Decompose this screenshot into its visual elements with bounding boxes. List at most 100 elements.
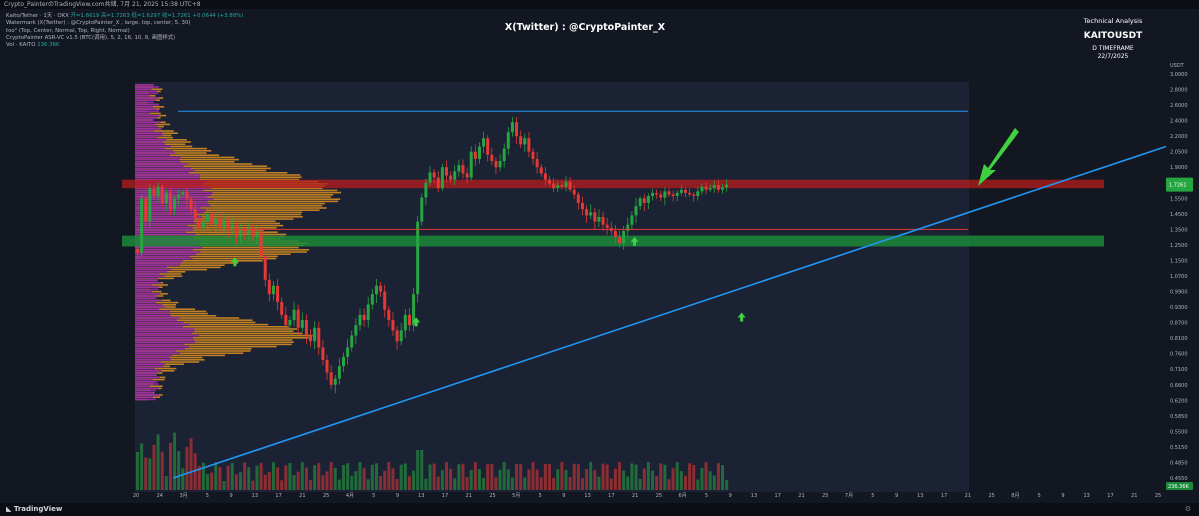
vp-bar-total [135, 381, 154, 383]
candle-body [659, 194, 663, 198]
support-zone [122, 235, 1104, 247]
candle-body [679, 189, 683, 193]
vp-bar-sell [135, 145, 171, 148]
zones [122, 179, 1104, 247]
candle-body [527, 138, 531, 152]
candle-body [700, 186, 704, 192]
candle-body [214, 218, 218, 225]
vp-bar-sell [135, 398, 156, 401]
time-tick: 20 [133, 493, 139, 499]
vp-bar-sell [135, 387, 159, 390]
vp-bar-total [135, 350, 251, 352]
time-tick: 17 [275, 493, 281, 499]
vp-bar-sell [135, 284, 153, 286]
legend-asr-indicator[interactable]: CryptoPainter ASR-VC v1.5 (BTC(调用), 5, 2… [6, 35, 243, 42]
legend-watermark-indicator[interactable]: Watermark (X(Twitter) : @CryptoPainter_X… [6, 20, 243, 27]
vp-bar-sell [135, 326, 183, 328]
vp-bar-total [135, 383, 154, 385]
candle-body [535, 158, 539, 168]
volume-bar [337, 479, 341, 490]
volume-bar [473, 462, 477, 490]
time-tick: 5 [1038, 493, 1041, 499]
price-tick: 1.0700 [1170, 274, 1188, 280]
volume-bar [354, 471, 358, 490]
vp-bar-sell [135, 134, 163, 137]
vp-bar-total [135, 279, 158, 282]
vp-bar-total [135, 233, 287, 236]
volume-bar [177, 451, 181, 490]
price-tick: 2.4000 [1170, 119, 1188, 125]
candle-body [457, 165, 461, 172]
vp-bar-sell [135, 123, 156, 126]
vp-bar-total [135, 396, 161, 398]
vp-bar-total [135, 246, 299, 249]
candle-body [189, 198, 193, 210]
vp-bar-sell [135, 352, 181, 354]
time-tick: 5 [705, 493, 708, 499]
vp-bar-sell [135, 310, 171, 313]
vp-bar-sell [135, 301, 156, 304]
vp-bar-total [135, 152, 207, 154]
candle-body [613, 230, 617, 238]
time-tick: 13 [252, 493, 258, 499]
volume-bar [259, 462, 263, 490]
vp-bar-sell [135, 341, 196, 343]
vp-bar-total [135, 315, 217, 317]
price-tick: 0.8700 [1170, 321, 1188, 327]
vp-bar-total [135, 354, 226, 357]
indicator-panel [135, 82, 969, 492]
price-tick: 0.7600 [1170, 352, 1188, 358]
candle-body [593, 212, 597, 222]
time-tick: 21 [965, 493, 971, 499]
vp-bar-total [135, 387, 162, 390]
volume-bar [218, 466, 222, 490]
volume-bar [605, 464, 609, 490]
tradingview-logo[interactable]: ◣ TradingView [6, 503, 62, 516]
time-tick: 9 [1061, 493, 1064, 499]
candle-body [218, 218, 222, 228]
time-tick: 5 [538, 493, 541, 499]
candle-body [230, 224, 234, 231]
volume-bar [630, 463, 634, 490]
vp-bar-total [135, 367, 177, 370]
vp-bar-total [135, 194, 334, 196]
time-axis[interactable]: 20 24 3月 5 9 13 17 21 25 4月 5 9 13 17 21 25 5月 5 9 13 17 21 25… [133, 493, 1161, 499]
volume-tag-label: 236.36K [1168, 484, 1189, 490]
vp-bar-sell [135, 348, 186, 350]
volume-bar [667, 479, 671, 490]
volume-bar [469, 470, 473, 490]
vp-bar-total [135, 374, 157, 376]
price-tick: 0.5150 [1170, 445, 1188, 451]
legend-text-indicator[interactable]: too" (Top, Center, Normal, Top, Right, N… [6, 28, 243, 35]
vp-bar-sell [135, 132, 163, 134]
analysis-timeframe: D TIMEFRAME [1092, 45, 1134, 52]
volume-bar [655, 476, 659, 490]
candle-body [428, 172, 432, 183]
candle-body [387, 309, 391, 321]
price-chart[interactable]: USDT 3.0000 2.8000 2.6000 2.4000 2.2000 2.0500… [0, 0, 1199, 516]
volume-bar [280, 480, 284, 490]
analysis-label-block: Technical Analysis KAITOUSDT D TIMEFRAME… [1073, 17, 1153, 60]
vp-bar-sell [135, 174, 201, 176]
legend-symbol-line[interactable]: Kaito/Tether · 1天 · OKX 开=1.6619 高=1.726… [6, 13, 243, 20]
vp-bar-sell [135, 330, 195, 332]
vp-bar-sell [135, 163, 189, 165]
vp-bar-sell [135, 339, 195, 341]
gear-icon[interactable]: ⚙ [1185, 503, 1191, 516]
vp-bar-total [135, 174, 301, 176]
vp-bar-total [135, 284, 169, 286]
volume-bar [618, 462, 622, 490]
vp-bar-sell [135, 365, 164, 368]
vp-bar-total [135, 139, 187, 141]
volume-bar [412, 470, 416, 490]
candle-body [140, 198, 144, 253]
legend-volume-line[interactable]: Vol · KAITO 236.36K [6, 42, 243, 49]
candle-body [197, 218, 201, 228]
volume-bar [309, 479, 313, 490]
vp-bar-sell [135, 114, 160, 117]
price-axis[interactable]: USDT 3.0000 2.8000 2.6000 2.4000 2.2000 2.0500… [1166, 63, 1193, 490]
vp-bar-total [135, 92, 150, 95]
vp-bar-total [135, 165, 268, 167]
vp-bar-sell [135, 306, 166, 308]
vp-bar-total [135, 363, 184, 365]
